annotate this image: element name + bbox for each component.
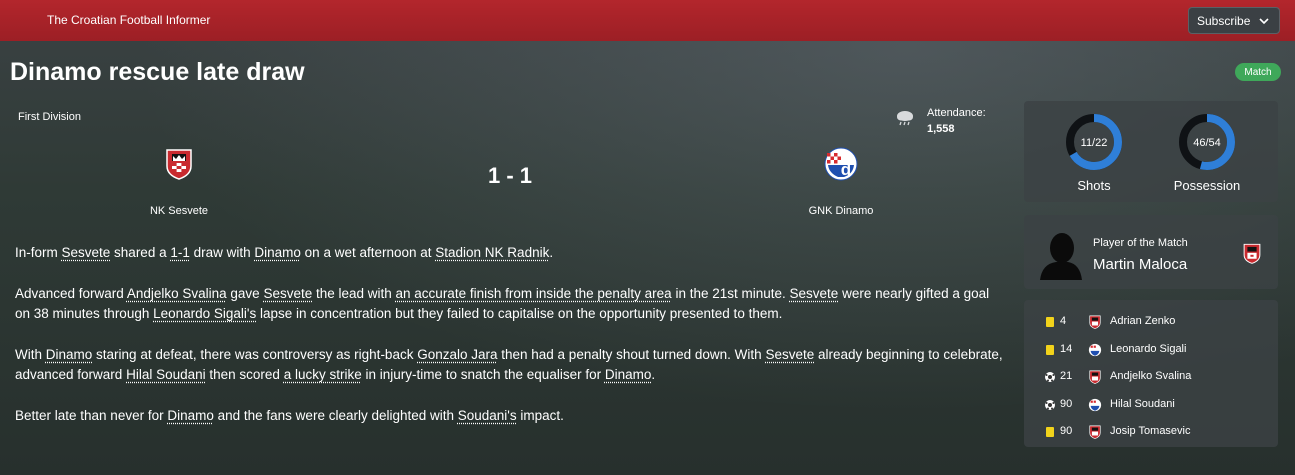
final-score: 1 - 1: [487, 163, 533, 188]
away-team-name[interactable]: GNK Dinamo: [761, 205, 921, 217]
event-player-name[interactable]: Josip Tomasevic: [1110, 425, 1191, 437]
possession-donut: 46/54: [1179, 114, 1235, 170]
story-text: impact.: [516, 408, 564, 423]
story-link[interactable]: an accurate finish from inside the penal…: [396, 286, 672, 301]
subscribe-label: Subscribe: [1197, 13, 1251, 28]
story-text: then had a penalty shout turned down. Wi…: [497, 347, 766, 362]
gnk-dinamo-crest-icon: [1088, 343, 1102, 356]
story-link[interactable]: Sesvete: [62, 245, 111, 260]
story-text: then scored: [205, 367, 284, 382]
nk-sesvete-crest-icon: [1089, 370, 1101, 384]
story-link[interactable]: Leonardo Sigali's: [153, 306, 256, 321]
event-player-name[interactable]: Andjelko Svalina: [1110, 370, 1191, 382]
possession-label: Possession: [1173, 178, 1241, 193]
top-bar: The Croatian Football Informer Subscribe: [0, 0, 1295, 41]
story-link[interactable]: Dinamo: [46, 347, 93, 362]
story-text: In-form: [15, 245, 62, 260]
story-text: gave: [226, 286, 264, 301]
nk-sesvete-crest-icon: [1243, 243, 1261, 264]
nk-sesvete-crest-icon: [1089, 315, 1101, 329]
story-text: staring at defeat, there was controversy…: [92, 347, 418, 362]
potm-player-name[interactable]: Martin Maloca: [1093, 256, 1187, 273]
story-text: With: [15, 347, 46, 362]
event-player-name[interactable]: Leonardo Sigali: [1110, 343, 1186, 355]
event-minute: 4: [1060, 315, 1067, 327]
story-text: the lead with: [312, 286, 396, 301]
shots-value: 11/22: [1081, 137, 1108, 149]
story-text: lapse in concentration but they failed t…: [256, 306, 783, 321]
story-text: in injury-time to snatch the equaliser f…: [361, 367, 605, 382]
paragraph-1: In-form Sesvete shared a 1-1 draw with D…: [15, 243, 1005, 263]
possession-value: 46/54: [1193, 137, 1221, 149]
story-text: on a wet afternoon at: [300, 245, 436, 260]
gnk-dinamo-crest-icon[interactable]: d: [824, 147, 858, 181]
event-minute: 21: [1060, 370, 1073, 382]
event-minute: 90: [1060, 425, 1073, 437]
story-link[interactable]: 1-1: [170, 245, 190, 260]
headline: Dinamo rescue late draw: [10, 58, 305, 86]
goal-ball-icon: [1045, 372, 1055, 382]
story-link[interactable]: Gonzalo Jara: [417, 347, 497, 362]
story-link[interactable]: Hilal Soudani: [126, 367, 206, 382]
gnk-dinamo-crest-icon: [1088, 398, 1102, 411]
subscribe-button[interactable]: Subscribe: [1188, 7, 1280, 34]
yellow-card-icon: [1046, 344, 1054, 355]
event-row[interactable]: 14 Leonardo Sigali: [1030, 339, 1270, 361]
nk-sesvete-crest-icon: [1089, 425, 1101, 439]
article-body: In-form Sesvete shared a 1-1 draw with D…: [15, 243, 1005, 447]
story-link[interactable]: Dinamo: [254, 245, 301, 260]
story-link[interactable]: Dinamo: [605, 367, 652, 382]
shots-label: Shots: [1077, 178, 1111, 193]
story-link[interactable]: Dinamo: [167, 408, 214, 423]
svg-text:d: d: [841, 160, 851, 179]
story-link[interactable]: Andjelko Svalina: [127, 286, 227, 301]
yellow-card-icon: [1046, 317, 1054, 327]
potm-label: Player of the Match: [1093, 237, 1188, 249]
cloud-rain-icon: [897, 111, 913, 126]
shots-donut: 11/22: [1066, 114, 1122, 170]
newspaper-title: The Croatian Football Informer: [47, 13, 211, 27]
home-team-name[interactable]: NK Sesvete: [99, 205, 259, 217]
match-badge: Match: [1235, 63, 1281, 81]
story-text: in the 21st minute.: [671, 286, 790, 301]
story-link[interactable]: a lucky strike: [284, 367, 362, 382]
paragraph-4: Better late than never for Dinamo and th…: [15, 406, 1005, 426]
event-row[interactable]: 90 Josip Tomasevic: [1030, 421, 1270, 443]
event-row[interactable]: 21 Andjelko Svalina: [1030, 366, 1270, 388]
story-link[interactable]: Soudani's: [458, 408, 517, 423]
event-minute: 90: [1060, 397, 1073, 410]
story-text: shared a: [110, 245, 171, 260]
nk-sesvete-crest-icon[interactable]: [164, 148, 194, 180]
event-row[interactable]: 90 Hilal Soudani: [1030, 394, 1270, 416]
story-link[interactable]: Sesvete: [765, 347, 814, 362]
story-text: .: [651, 367, 656, 382]
paragraph-2: Advanced forward Andjelko Svalina gave S…: [15, 284, 1005, 324]
yellow-card-icon: [1046, 427, 1054, 437]
player-silhouette-icon: [1040, 233, 1082, 280]
story-text: Better late than never for: [15, 408, 168, 423]
story-link[interactable]: Sesvete: [263, 286, 312, 301]
goal-ball-icon: [1045, 399, 1055, 410]
competition-name[interactable]: First Division: [18, 111, 81, 123]
story-link[interactable]: Stadion NK Radnik: [435, 245, 549, 260]
story-text: draw with: [189, 245, 255, 260]
event-row[interactable]: 4 Adrian Zenko: [1030, 311, 1270, 333]
attendance-value: 1,558: [927, 123, 955, 135]
event-minute: 14: [1060, 342, 1073, 355]
story-link[interactable]: Sesvete: [790, 286, 839, 301]
paragraph-3: With Dinamo staring at defeat, there was…: [15, 345, 1005, 385]
story-text: .: [549, 245, 554, 260]
event-player-name[interactable]: Hilal Soudani: [1110, 398, 1175, 410]
event-player-name[interactable]: Adrian Zenko: [1110, 315, 1175, 327]
attendance-label: Attendance:: [927, 107, 986, 119]
story-text: Advanced forward: [15, 286, 127, 301]
story-text: and the fans were clearly delighted with: [213, 408, 458, 423]
chevron-down-icon: [1259, 18, 1269, 25]
